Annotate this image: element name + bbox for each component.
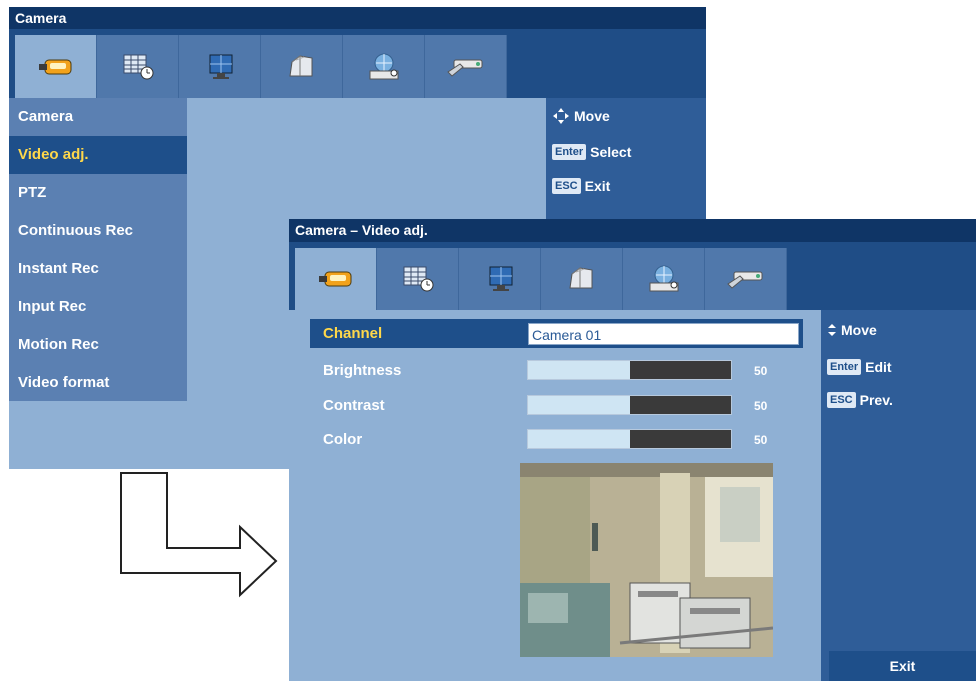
up-down-arrows-icon [828,324,836,336]
camera-icon [38,59,71,74]
help-esc: ESC Exit [552,178,610,194]
tab-bar [289,242,976,310]
tab-display[interactable] [459,248,541,310]
brightness-label: Brightness [323,362,402,379]
menu-item-motion-rec[interactable]: Motion Rec [9,326,187,364]
help-move: Move [827,322,877,338]
tab-archive[interactable] [541,248,623,310]
tab-network[interactable] [343,35,425,98]
video-adj-screen: Camera – Video adj. Channel Camera 01 Br… [289,219,976,681]
contrast-slider[interactable] [527,395,732,415]
tab-bar [9,29,706,98]
camera-preview [520,463,773,657]
menu-item-video-adj[interactable]: Video adj. [9,136,187,174]
brightness-level [528,361,630,379]
help-esc-label: Prev. [859,392,893,408]
network-icon [649,265,678,292]
channel-label: Channel [323,325,383,342]
esc-key: ESC [827,392,856,408]
schedule-icon [403,266,433,292]
brightness-value: 50 [754,364,768,378]
tab-archive[interactable] [261,35,343,98]
brightness-slider[interactable] [527,360,732,380]
help-esc-label: Exit [584,178,611,194]
archive-icon [568,267,592,289]
tools-icon [446,59,482,77]
enter-key: Enter [827,359,862,375]
help-enter: Enter Edit [827,359,892,375]
monitor-icon [489,266,512,291]
menu-item-ptz[interactable]: PTZ [9,174,187,212]
menu-item-camera[interactable]: Camera [9,98,187,136]
color-slider[interactable] [527,429,732,449]
tab-schedule[interactable] [377,248,459,310]
esc-key: ESC [552,178,581,194]
contrast-value: 50 [754,399,768,413]
screen-title: Camera [9,7,706,29]
help-move: Move [552,107,610,125]
menu-item-instant-rec[interactable]: Instant Rec [9,250,187,288]
enter-key: Enter [552,144,587,160]
monitor-icon [209,54,232,79]
help-move-label: Move [841,322,877,338]
schedule-icon [123,54,153,79]
help-enter: Enter Select [552,144,631,160]
help-enter-label: Select [590,144,632,160]
color-level [528,430,630,448]
side-menu: Camera Video adj. PTZ Continuous Rec Ins… [9,98,187,401]
contrast-label: Contrast [323,397,385,414]
tools-icon [726,271,762,289]
help-enter-label: Edit [865,359,892,375]
tab-tools[interactable] [705,248,787,310]
help-panel: Move Enter Edit ESC Prev. [821,310,976,681]
move-arrows-icon [553,108,569,124]
screen-title: Camera – Video adj. [289,219,976,242]
tab-display[interactable] [179,35,261,98]
transition-arrow-icon [120,472,278,598]
color-label: Color [323,431,363,448]
tab-schedule[interactable] [97,35,179,98]
menu-item-input-rec[interactable]: Input Rec [9,288,187,326]
help-esc: ESC Prev. [827,392,893,408]
tab-camera[interactable] [295,248,377,310]
exit-button[interactable]: Exit [829,651,976,681]
menu-item-video-format[interactable]: Video format [9,364,187,402]
network-icon [369,53,398,79]
channel-field[interactable]: Camera 01 [528,323,799,345]
contrast-level [528,396,630,414]
help-move-label: Move [574,108,610,124]
camera-icon [318,271,351,287]
tab-tools[interactable] [425,35,507,98]
tab-camera[interactable] [15,35,97,98]
menu-item-continuous-rec[interactable]: Continuous Rec [9,212,187,250]
archive-icon [288,54,312,76]
color-value: 50 [754,433,768,447]
tab-network[interactable] [623,248,705,310]
